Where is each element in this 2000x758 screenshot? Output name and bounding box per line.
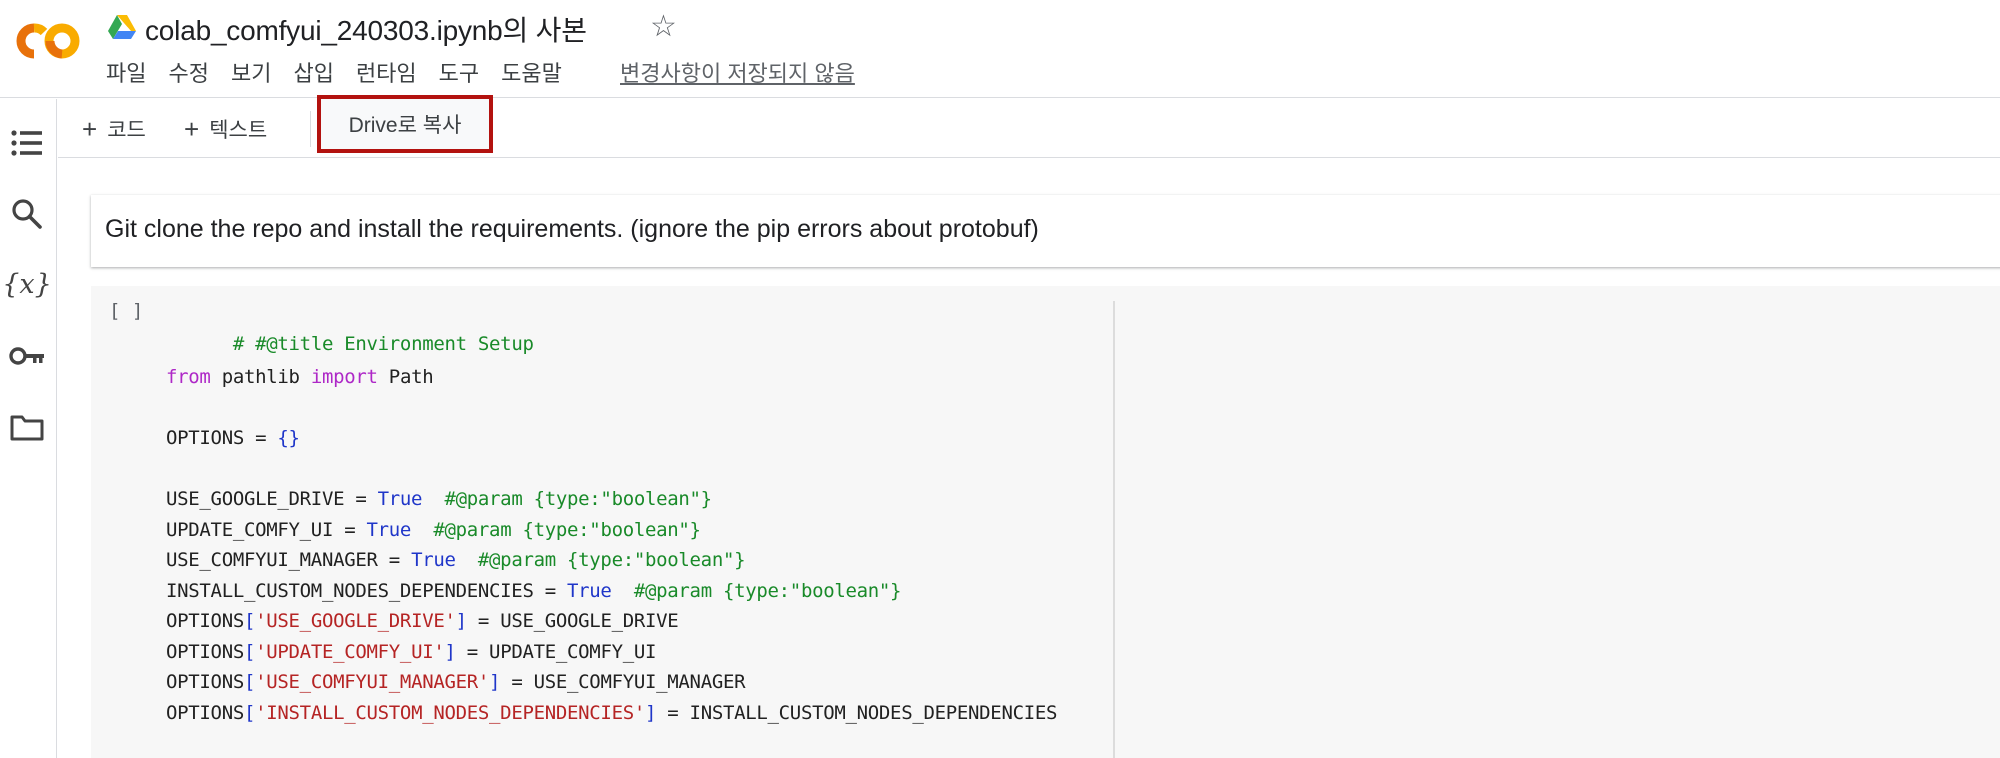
code-string: 'UPDATE_COMFY_UI': [255, 641, 445, 663]
code-cell[interactable]: [ ] # #@title Environment Setup from pat…: [91, 286, 2000, 758]
add-code-cell-button[interactable]: + 코드: [82, 111, 146, 147]
code-bracket: [: [243, 702, 256, 724]
app-header: colab_comfyui_240303.ipynb의 사본 ☆ 파일 수정 보…: [0, 0, 2000, 98]
code-line: USE_GOOGLE_DRIVE = True #@param {type:"b…: [166, 485, 712, 513]
code-text: OPTIONS: [166, 610, 244, 632]
code-text: OPTIONS =: [166, 427, 278, 449]
add-text-cell-button[interactable]: + 텍스트: [184, 111, 267, 147]
plus-icon: +: [184, 114, 200, 144]
code-brace: {}: [277, 427, 300, 449]
code-line: # #@title Environment Setup: [166, 302, 534, 355]
code-boolean: True: [411, 549, 456, 571]
text-cell-content: Git clone the repo and install the requi…: [105, 215, 1039, 243]
code-text: pathlib: [210, 366, 311, 388]
code-boolean: True: [567, 580, 612, 602]
code-text: INSTALL_CUSTOM_NODES_DEPENDENCIES =: [166, 580, 568, 602]
code-line: USE_COMFYUI_MANAGER = True #@param {type…: [166, 546, 746, 574]
left-side-rail: {𝑥}: [0, 99, 57, 758]
code-text: OPTIONS: [166, 671, 244, 693]
code-bracket: [: [243, 610, 256, 632]
menu-insert[interactable]: 삽입: [293, 58, 333, 90]
code-keyword: from: [166, 366, 211, 388]
files-folder-icon[interactable]: [9, 409, 45, 445]
code-comment: #@param {type:"boolean"}: [611, 580, 902, 602]
code-comment: #@param {type:"boolean"}: [422, 488, 712, 510]
code-bracket: ]: [489, 671, 501, 693]
menu-tools[interactable]: 도구: [439, 58, 479, 90]
menu-file[interactable]: 파일: [106, 58, 146, 90]
code-text: = UPDATE_COMFY_UI: [455, 641, 657, 663]
code-boolean: True: [377, 488, 423, 510]
table-of-contents-icon[interactable]: [9, 125, 45, 161]
code-text: OPTIONS: [166, 702, 244, 724]
code-line: from pathlib import Path: [166, 363, 434, 391]
notebook-toolbar: + 코드 + 텍스트 Drive로 복사: [58, 95, 2000, 158]
search-icon[interactable]: [9, 196, 45, 232]
google-drive-icon: [108, 14, 136, 40]
plus-icon: +: [82, 114, 98, 144]
code-text: = INSTALL_CUSTOM_NODES_DEPENDENCIES: [656, 702, 1058, 724]
code-line: OPTIONS['USE_GOOGLE_DRIVE'] = USE_GOOGLE…: [166, 607, 679, 635]
run-cell-button[interactable]: [ ]: [109, 300, 143, 322]
code-text: Path: [377, 366, 434, 388]
colab-logo-icon: [16, 23, 80, 59]
code-bracket: ]: [645, 702, 657, 724]
code-text: OPTIONS: [166, 641, 244, 663]
code-string: 'INSTALL_CUSTOM_NODES_DEPENDENCIES': [255, 702, 645, 724]
code-comment: #@param {type:"boolean"}: [411, 519, 701, 541]
code-bracket: ]: [455, 610, 467, 632]
add-text-label: 텍스트: [209, 119, 268, 142]
variables-icon[interactable]: {𝑥}: [2, 266, 52, 302]
add-code-label: 코드: [107, 119, 146, 142]
code-comment: #@param {type:"boolean"}: [455, 549, 746, 571]
menu-edit[interactable]: 수정: [168, 58, 208, 90]
code-text: = USE_COMFYUI_MANAGER: [500, 671, 746, 693]
unsaved-changes-link[interactable]: 변경사항이 저장되지 않음: [620, 58, 855, 90]
menu-bar: 파일 수정 보기 삽입 런타임 도구 도움말: [106, 58, 584, 90]
code-text: USE_GOOGLE_DRIVE =: [166, 488, 378, 510]
code-bracket: ]: [444, 641, 456, 663]
code-line: OPTIONS = {}: [166, 424, 300, 452]
toolbar-divider: [310, 111, 311, 147]
code-keyword: import: [310, 366, 378, 388]
code-line: OPTIONS['UPDATE_COMFY_UI'] = UPDATE_COMF…: [166, 638, 656, 666]
code-string: 'USE_COMFYUI_MANAGER': [255, 671, 490, 693]
text-cell[interactable]: Git clone the repo and install the requi…: [91, 195, 2000, 267]
code-string: 'USE_GOOGLE_DRIVE': [255, 610, 456, 632]
code-bracket: [: [243, 671, 256, 693]
code-line: INSTALL_CUSTOM_NODES_DEPENDENCIES = True…: [166, 577, 902, 605]
code-line: OPTIONS['USE_COMFYUI_MANAGER'] = USE_COM…: [166, 668, 746, 696]
code-line: UPDATE_COMFY_UI = True #@param {type:"bo…: [166, 516, 701, 544]
copy-to-drive-button[interactable]: Drive로 복사: [317, 95, 493, 153]
code-line: OPTIONS['INSTALL_CUSTOM_NODES_DEPENDENCI…: [166, 699, 1057, 727]
menu-view[interactable]: 보기: [231, 58, 271, 90]
code-text: = USE_GOOGLE_DRIVE: [466, 610, 679, 632]
menu-help[interactable]: 도움말: [501, 58, 562, 90]
colab-logo[interactable]: [14, 18, 84, 64]
code-editor[interactable]: # #@title Environment Setup from pathlib…: [166, 302, 1206, 758]
code-bracket: [: [243, 641, 256, 663]
notebook-title[interactable]: colab_comfyui_240303.ipynb의 사본: [145, 9, 587, 49]
code-text: UPDATE_COMFY_UI =: [166, 519, 367, 541]
code-text: USE_COMFYUI_MANAGER =: [166, 549, 412, 571]
code-boolean: True: [366, 519, 412, 541]
secrets-key-icon[interactable]: [9, 338, 45, 374]
menu-runtime[interactable]: 런타임: [356, 58, 417, 90]
star-icon[interactable]: ☆: [650, 8, 677, 46]
code-comment: # #@title Environment Setup: [232, 333, 534, 355]
